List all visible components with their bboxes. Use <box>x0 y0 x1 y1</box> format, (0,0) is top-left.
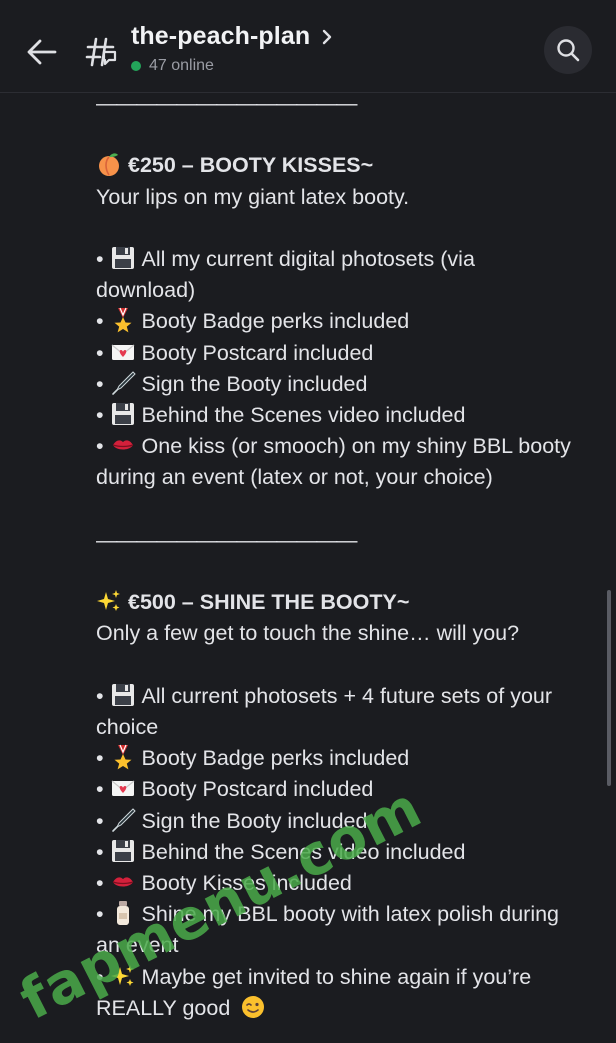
sparkles-icon <box>96 588 122 614</box>
divider-line: ————————————— <box>96 91 358 115</box>
floppy-disk-icon <box>110 682 136 708</box>
fountain-pen-icon <box>110 370 136 396</box>
list-item: • Booty Badge perks included <box>96 307 410 334</box>
hash-thread-icon <box>84 30 120 74</box>
online-status: 47 online <box>131 57 214 75</box>
tier-2-title: €500 – SHINE THE BOOTY~ <box>96 587 596 618</box>
channel-name: the-peach-plan <box>131 22 311 50</box>
message-content: ————————————— €250 – BOOTY KISSES~ Your … <box>96 88 596 1024</box>
online-dot-icon <box>131 61 141 71</box>
winking-face-icon <box>240 994 266 1020</box>
discord-channel-screen: the-peach-plan 47 online ————————————— €… <box>0 0 616 1043</box>
arrow-left-icon <box>27 39 57 65</box>
list-item: • Booty Postcard included <box>96 339 374 365</box>
peach-icon <box>96 151 122 177</box>
list-item-continuation: download) <box>96 278 196 303</box>
list-item: • Sign the Booty included <box>96 370 368 396</box>
love-letter-icon <box>110 775 136 801</box>
online-count: 47 online <box>149 57 214 74</box>
list-item: • Booty Postcard included <box>96 775 374 802</box>
tier-2-subtitle: Only a few get to touch the shine… will … <box>96 621 520 646</box>
list-item: • Behind the Scenes video included <box>96 401 466 427</box>
list-item: • One kiss (or smooch) on my shiny BBL b… <box>96 432 571 459</box>
fountain-pen-icon <box>110 807 136 833</box>
divider-line: ————————————— <box>96 527 358 552</box>
list-item-continuation: choice <box>96 714 159 739</box>
list-item: • Booty Badge perks included <box>96 744 410 771</box>
kiss-lips-icon <box>110 432 136 458</box>
list-item: • Maybe get invited to shine again if yo… <box>96 964 532 989</box>
list-item: • All my current digital photosets (via <box>96 245 475 271</box>
search-icon <box>557 39 580 62</box>
chevron-right-icon <box>322 23 332 52</box>
search-button[interactable] <box>544 26 592 74</box>
love-letter-icon <box>110 339 136 365</box>
military-medal-icon <box>110 744 136 770</box>
channel-header: the-peach-plan 47 online <box>0 0 616 93</box>
floppy-disk-icon <box>110 838 136 864</box>
military-medal-icon <box>110 307 136 333</box>
back-button[interactable] <box>20 30 64 74</box>
list-item: • All current photosets + 4 future sets … <box>96 682 553 708</box>
list-item-continuation: REALLY good <box>96 993 596 1024</box>
tier-1-subtitle: Your lips on my giant latex booty. <box>96 184 410 209</box>
list-item-continuation: during an event (latex or not, your choi… <box>96 465 493 490</box>
kiss-lips-icon <box>110 869 136 895</box>
tier-1-title: €250 – BOOTY KISSES~ <box>96 150 596 181</box>
channel-name-button[interactable]: the-peach-plan <box>131 21 332 52</box>
floppy-disk-icon <box>110 401 136 427</box>
scrollbar[interactable] <box>607 590 611 786</box>
floppy-disk-icon <box>110 245 136 271</box>
